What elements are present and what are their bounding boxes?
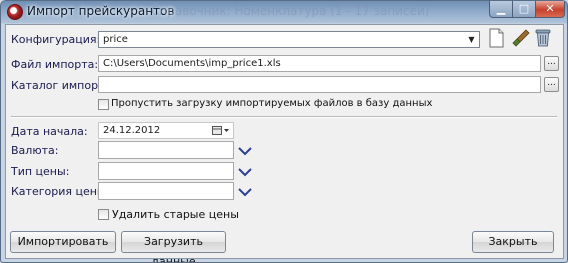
currency-label: Валюта:: [11, 144, 59, 157]
price-category-label: Категория цены:: [11, 185, 110, 198]
maximize-icon: □: [518, 2, 530, 15]
price-type-input[interactable]: [98, 162, 234, 180]
import-file-label: Файл импорта:: [11, 58, 99, 71]
trash-icon[interactable]: [534, 27, 552, 47]
close-window-button[interactable]: ✕: [535, 1, 565, 18]
title-bar[interactable]: Импорт прейскурантов Справочник: Номенкл…: [1, 1, 567, 23]
maximize-button[interactable]: □: [512, 1, 536, 18]
import-file-browse-button[interactable]: ...: [544, 56, 559, 71]
start-date-value: 24.12.2012: [103, 125, 161, 136]
close-icon: ✕: [545, 2, 555, 15]
price-type-dropdown-chevron-icon[interactable]: [238, 167, 252, 177]
app-icon: [7, 4, 23, 20]
delete-old-prices-label: Удалить старые цены: [112, 208, 239, 221]
background-window-title: Справочник: Номенклатура (1 - 17 записей…: [151, 4, 430, 18]
import-dir-browse-button[interactable]: ...: [544, 77, 559, 92]
price-category-input[interactable]: [98, 182, 234, 200]
calendar-icon[interactable]: [212, 125, 230, 136]
import-dir-input[interactable]: [98, 76, 541, 93]
config-label: Конфигурация:: [11, 33, 101, 46]
delete-old-prices-checkbox[interactable]: [98, 209, 109, 220]
dialog-body: Конфигурация: price ▼ Файл импорта: C:\U…: [5, 24, 564, 262]
config-value: price: [103, 34, 128, 45]
import-button[interactable]: Импортировать: [10, 231, 116, 253]
skip-load-checkbox[interactable]: [98, 99, 109, 110]
start-date-picker[interactable]: 24.12.2012: [98, 122, 234, 139]
chevron-down-icon: ▼: [468, 35, 475, 44]
price-type-label: Тип цены:: [11, 165, 70, 178]
config-select[interactable]: price ▼: [98, 31, 480, 48]
new-document-icon[interactable]: [487, 28, 505, 48]
currency-dropdown-chevron-icon[interactable]: [238, 146, 252, 156]
brush-icon[interactable]: [512, 28, 530, 48]
minimize-icon: ▁: [496, 2, 506, 15]
price-category-dropdown-chevron-icon[interactable]: [238, 187, 252, 197]
minimize-button[interactable]: ▁: [489, 1, 513, 18]
section-divider: [11, 116, 557, 118]
currency-input[interactable]: [98, 141, 234, 159]
start-date-label: Дата начала:: [11, 125, 88, 138]
load-data-button[interactable]: Загрузить данные: [121, 231, 226, 262]
close-button[interactable]: Закрыть: [472, 231, 554, 253]
skip-load-label: Пропустить загрузку импортируемых файлов…: [111, 98, 433, 109]
import-price-lists-window: Импорт прейскурантов Справочник: Номенкл…: [0, 0, 568, 263]
import-file-input[interactable]: C:\Users\Documents\imp_price1.xls: [98, 55, 541, 72]
